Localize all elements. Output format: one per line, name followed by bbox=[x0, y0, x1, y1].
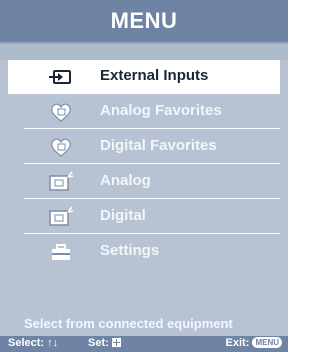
enter-button-icon bbox=[111, 338, 121, 347]
set-hint: Set: bbox=[88, 337, 121, 349]
divider bbox=[24, 233, 280, 234]
menu-item-label: Digital bbox=[100, 207, 146, 224]
menu-button-icon: MENU bbox=[252, 337, 282, 348]
menu-title: MENU bbox=[110, 8, 178, 33]
heart-analog-icon bbox=[51, 103, 71, 122]
digital-tv-icon bbox=[49, 206, 74, 226]
menu-item-external-inputs[interactable]: External Inputs bbox=[8, 60, 280, 94]
menu-item-analog[interactable]: Analog bbox=[8, 165, 280, 199]
menu-item-digital-favorites[interactable]: Digital Favorites bbox=[8, 130, 280, 164]
menu-item-analog-favorites[interactable]: Analog Favorites bbox=[8, 95, 280, 129]
help-description: Select from connected equipment bbox=[24, 316, 233, 331]
heart-digital-icon bbox=[51, 138, 71, 157]
menu-item-label: Analog Favorites bbox=[100, 102, 222, 119]
input-icon bbox=[49, 70, 71, 84]
select-hint: Select: ↑↓ bbox=[8, 337, 58, 349]
up-down-arrow-icon: ↑↓ bbox=[47, 337, 59, 349]
divider bbox=[24, 128, 280, 129]
analog-tv-icon bbox=[49, 171, 74, 191]
button-hint-bar: Select: ↑↓ Set: Exit: MENU bbox=[0, 336, 288, 352]
divider bbox=[24, 198, 280, 199]
title-bar: MENU bbox=[0, 0, 288, 44]
set-label: Set: bbox=[88, 337, 109, 349]
toolbox-icon bbox=[52, 244, 70, 260]
exit-label: Exit: bbox=[225, 337, 250, 349]
menu-item-label: Digital Favorites bbox=[100, 137, 217, 154]
menu-item-label: Analog bbox=[100, 172, 151, 189]
menu-item-label: Settings bbox=[100, 242, 160, 259]
header-strip bbox=[0, 44, 288, 60]
menu-item-label: External Inputs bbox=[100, 67, 209, 84]
menu-item-digital[interactable]: Digital bbox=[8, 200, 280, 234]
exit-hint: Exit: MENU bbox=[226, 337, 282, 349]
menu-item-settings[interactable]: Settings bbox=[8, 235, 280, 269]
divider bbox=[24, 163, 280, 164]
menu-screen: MENU External Inputs Analog Favorites Di… bbox=[0, 0, 288, 352]
select-label: Select: bbox=[8, 337, 45, 349]
